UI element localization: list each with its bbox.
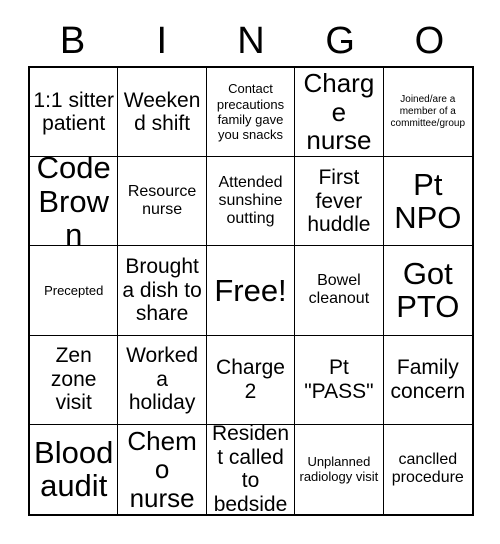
- bingo-cell[interactable]: Pt NPO: [383, 157, 472, 247]
- bingo-grid: 1:1 sitter patient Weekend shift Contact p…: [30, 68, 472, 514]
- bingo-cell[interactable]: Weekend shift: [118, 68, 207, 158]
- bingo-header-letter-0: B: [59, 20, 86, 62]
- bingo-cell-label: Free!: [214, 272, 287, 308]
- bingo-header-letter-2: N: [237, 20, 265, 62]
- bingo-cell[interactable]: Zen zone visit: [30, 335, 119, 425]
- bingo-cell-label: Charge nurse: [303, 68, 375, 156]
- bingo-cell-label: Family concern: [390, 356, 466, 403]
- bingo-cell[interactable]: Joined/are a member of a committee/group: [383, 68, 472, 158]
- bingo-cell-label: Pt "PASS": [304, 356, 374, 403]
- bingo-cell-label: Code Brown: [36, 157, 111, 247]
- bingo-cell[interactable]: Charge 2: [206, 335, 296, 425]
- bingo-cell-label: Zen zone visit: [50, 344, 97, 415]
- bingo-card: B I N G O 1:1 sitter patient Weekend shift Con…: [0, 0, 500, 544]
- bingo-cell-label: 1:1 sitter patient: [33, 88, 114, 136]
- bingo-cell[interactable]: Bowel cleanout: [295, 246, 384, 336]
- bingo-cell-label: Bowel cleanout: [308, 272, 370, 308]
- bingo-cell-label: Resource nurse: [127, 182, 197, 219]
- bingo-cell[interactable]: Unplanned radiology visit: [295, 424, 384, 514]
- bingo-cell-label: Precepted: [44, 282, 104, 298]
- bingo-cell[interactable]: Code Brown: [30, 157, 119, 247]
- bingo-header-letter-1: I: [156, 20, 168, 62]
- bingo-cell[interactable]: canclled procedure: [384, 425, 472, 514]
- bingo-cell-label: Weekend shift: [123, 88, 201, 136]
- bingo-cell[interactable]: Brought a dish to share: [118, 246, 207, 336]
- bingo-cell[interactable]: Family concern: [383, 336, 472, 425]
- bingo-cell-label: canclled procedure: [391, 451, 464, 487]
- bingo-cell[interactable]: Pt "PASS": [295, 335, 384, 425]
- bingo-cell[interactable]: Chemo nurse: [118, 424, 207, 514]
- bingo-cell[interactable]: First fever huddle: [295, 157, 384, 247]
- bingo-cell[interactable]: Precepted: [30, 246, 119, 336]
- bingo-header-letter-3: G: [325, 20, 355, 62]
- bingo-cell[interactable]: Attended sunshine outting: [206, 157, 296, 247]
- bingo-cell-label: Charge 2: [216, 356, 285, 403]
- bingo-cell-label: Pt NPO: [394, 166, 462, 236]
- bingo-cell-label: First fever huddle: [307, 166, 371, 237]
- bingo-cell[interactable]: Got PTO: [383, 246, 472, 336]
- bingo-cell[interactable]: Resident called to bedside: [207, 424, 296, 514]
- bingo-cell[interactable]: Charge nurse: [295, 68, 384, 158]
- bingo-cell-label: Chemo nurse: [127, 425, 197, 513]
- bingo-cell[interactable]: 1:1 sitter patient: [30, 68, 119, 158]
- bingo-cell-label: Got PTO: [396, 256, 460, 325]
- bingo-cell[interactable]: Blood audit: [30, 424, 119, 514]
- bingo-cell-label: Attended sunshine outting: [218, 173, 283, 228]
- bingo-cell-label: Resident called to bedside: [211, 424, 290, 514]
- bingo-cell[interactable]: Worked a holiday: [118, 335, 207, 425]
- bingo-cell[interactable]: Free!: [206, 246, 296, 336]
- bingo-cell-label: Contact precautions family gave you snac…: [216, 81, 285, 143]
- bingo-cell-label: Joined/are a member of a committee/group: [390, 94, 466, 130]
- bingo-cell-label: Worked a holiday: [126, 344, 199, 415]
- bingo-cell[interactable]: Resource nurse: [118, 157, 207, 247]
- bingo-cell-label: Blood audit: [34, 434, 114, 504]
- bingo-header: BINGO: [28, 18, 474, 64]
- bingo-cell[interactable]: Contact precautions family gave you snac…: [206, 68, 296, 158]
- bingo-cell-label: Unplanned radiology visit: [299, 454, 379, 485]
- bingo-cell-label: Brought a dish to share: [122, 255, 202, 326]
- bingo-header-letter-4: O: [414, 20, 445, 62]
- bingo-grid-container: 1:1 sitter patient Weekend shift Contact p…: [28, 66, 474, 516]
